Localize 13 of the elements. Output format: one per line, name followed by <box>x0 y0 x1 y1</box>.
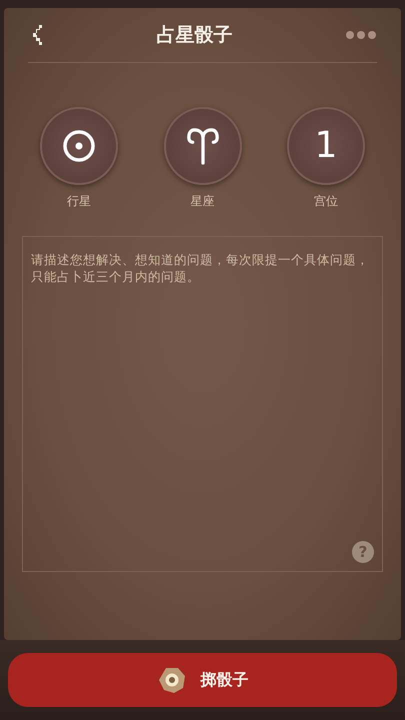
die-button[interactable] <box>40 107 118 185</box>
back-icon[interactable] <box>32 23 44 47</box>
die-face: 1 <box>314 128 338 164</box>
roll-dice-button[interactable]: 掷骰子 <box>8 653 397 707</box>
more-icon[interactable] <box>345 30 377 40</box>
die-label: 宫位 <box>314 193 338 210</box>
aries-icon <box>186 127 220 165</box>
sun-icon <box>61 128 97 164</box>
die-label: 星座 <box>190 193 214 210</box>
die-label: 行星 <box>67 193 91 210</box>
die-icon <box>156 665 186 695</box>
page-title: 占星骰子 <box>156 23 232 48</box>
die-button[interactable]: 1 <box>287 107 365 185</box>
